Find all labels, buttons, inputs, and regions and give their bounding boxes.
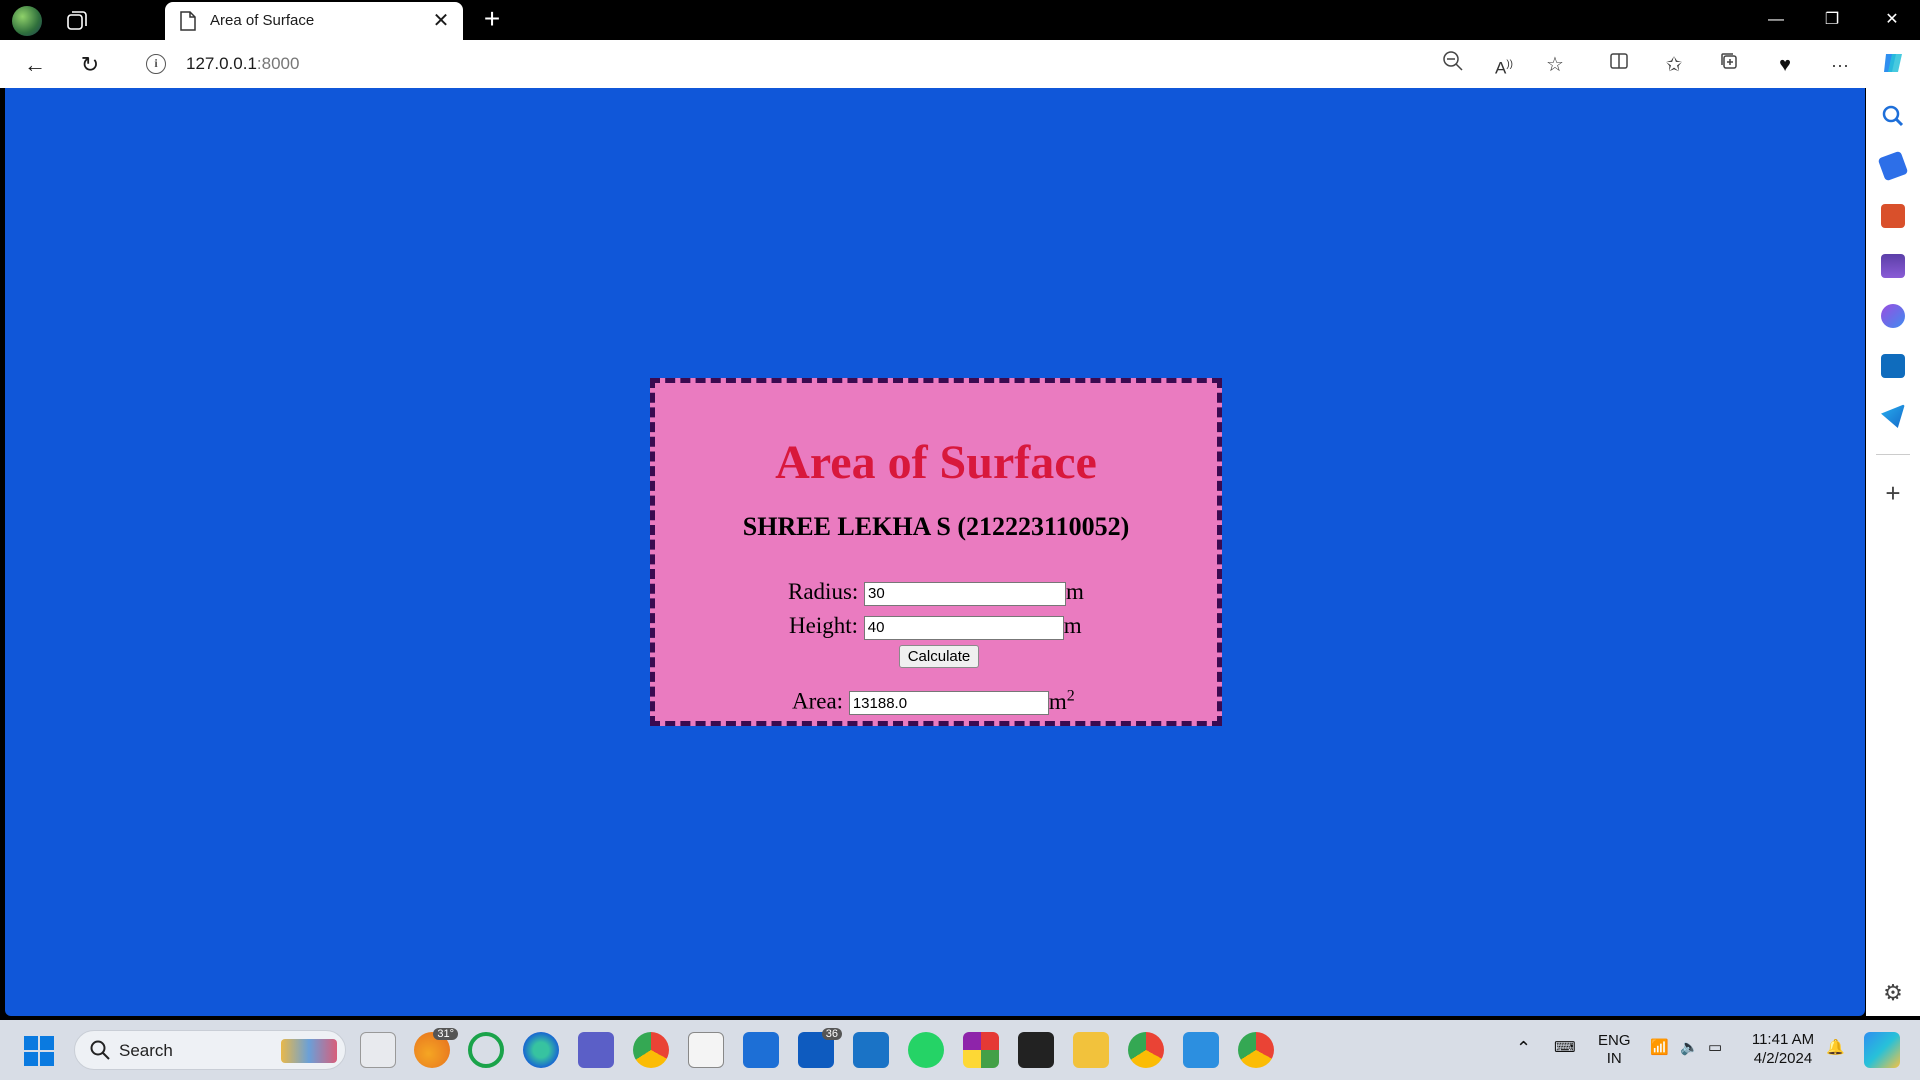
refresh-icon[interactable]: ↻ (75, 50, 105, 80)
task-view-icon[interactable] (360, 1032, 396, 1068)
author-subtitle: SHREE LEKHA S (212223110052) (742, 512, 1130, 541)
zoom-out-icon[interactable] (1438, 50, 1468, 80)
microsoft365-icon[interactable] (1881, 304, 1905, 328)
lang-region: IN (1606, 1050, 1622, 1067)
tray-overflow-icon[interactable]: ⌃ (1516, 1038, 1531, 1059)
new-tab-icon[interactable]: + (478, 5, 506, 34)
terminal-icon[interactable] (1018, 1032, 1054, 1068)
height-label: Height: (789, 613, 858, 638)
clock-time: 11:41 AM (1751, 1031, 1815, 1048)
radius-input[interactable] (864, 581, 1067, 606)
split-screen-icon[interactable] (1604, 50, 1634, 80)
more-menu-icon[interactable]: ··· (1825, 50, 1855, 80)
url-field[interactable]: i 127.0.0.1:8000 (126, 46, 1526, 82)
search-highlight-icon (281, 1039, 337, 1063)
favorite-star-icon[interactable]: ☆ (1540, 50, 1570, 80)
minimize-icon[interactable]: — (1748, 0, 1804, 40)
volume-icon[interactable]: 🔈 (1680, 1038, 1699, 1056)
battery-icon[interactable]: ▭ (1708, 1038, 1722, 1056)
area-unit: m2 (1048, 687, 1075, 714)
sidebar-search-icon[interactable] (1881, 104, 1905, 128)
weather-temp: 31° (433, 1028, 458, 1040)
url-text: 127.0.0.1:8000 (186, 54, 300, 73)
lang-code: ENG (1598, 1032, 1631, 1049)
mail-badge: 36 (821, 1028, 842, 1040)
teams-icon[interactable] (578, 1032, 614, 1068)
language-indicator[interactable]: ENG IN (1598, 1032, 1631, 1068)
clock[interactable]: 11:41 AM 4/2/2024 (1750, 1030, 1816, 1068)
chrome-profile-icon[interactable] (1128, 1032, 1164, 1068)
back-icon[interactable]: ← (20, 50, 50, 80)
favorites-icon[interactable]: ✩ (1659, 50, 1689, 80)
sidebar-divider (1876, 454, 1910, 455)
area-row: Area: m2 (792, 687, 1075, 716)
page-title: Area of Surface (775, 436, 1097, 489)
copilot-icon[interactable] (1878, 50, 1908, 80)
radius-label: Radius: (788, 579, 859, 604)
whatsapp-icon[interactable] (908, 1032, 944, 1068)
vscode-icon[interactable] (853, 1032, 889, 1068)
search-icon (89, 1039, 111, 1061)
notification-bell-icon[interactable]: 🔔 (1826, 1038, 1845, 1056)
chrome-alt-icon[interactable] (1238, 1032, 1274, 1068)
tab-title: Area of Surface (210, 12, 315, 29)
office-icon[interactable] (963, 1032, 999, 1068)
clock-date: 4/2/2024 (1753, 1050, 1813, 1067)
notepad-icon[interactable] (1183, 1032, 1219, 1068)
chrome-icon[interactable] (633, 1032, 669, 1068)
collections-icon[interactable] (1714, 50, 1744, 80)
refresh-app-icon[interactable] (468, 1032, 504, 1068)
site-info-icon[interactable]: i (146, 54, 166, 74)
restore-icon[interactable]: ❐ (1804, 0, 1860, 40)
edge-sidebar: + ⚙ (1866, 88, 1920, 1016)
edge-taskbar-icon[interactable] (523, 1032, 559, 1068)
file-explorer-icon[interactable] (1073, 1032, 1109, 1068)
windows-start-icon[interactable] (24, 1036, 54, 1066)
store-icon[interactable] (743, 1032, 779, 1068)
shopping-tag-icon[interactable] (1877, 150, 1909, 182)
paint-icon[interactable] (688, 1032, 724, 1068)
profile-avatar-icon[interactable] (12, 6, 42, 36)
radius-unit: m (1066, 579, 1084, 604)
area-output[interactable] (848, 691, 1049, 716)
area-label: Area: (792, 688, 844, 714)
weather-icon[interactable]: 31° (414, 1028, 458, 1068)
radius-row: Radius: m (788, 579, 1084, 606)
height-input[interactable] (863, 615, 1064, 640)
search-label: Search (119, 1041, 173, 1060)
page-icon (179, 11, 197, 31)
close-tab-icon[interactable]: ✕ (429, 9, 453, 33)
games-icon[interactable] (1881, 254, 1905, 278)
tab-area-of-surface[interactable]: Area of Surface ✕ (165, 2, 463, 40)
copilot-taskbar-icon[interactable] (1864, 1032, 1900, 1068)
add-sidebar-app-icon[interactable]: + (1880, 480, 1906, 506)
page-viewport: Area of Surface SHREE LEKHA S (212223110… (5, 88, 1865, 1016)
tools-briefcase-icon[interactable] (1881, 204, 1905, 228)
close-window-icon[interactable]: ✕ (1864, 0, 1920, 40)
send-icon[interactable] (1881, 404, 1905, 428)
windows-taskbar: Search 31° 36 ⌃ ⌨ ENG IN 📶 🔈 ▭ 11:41 AM … (0, 1020, 1920, 1080)
surface-area-card: Area of Surface SHREE LEKHA S (212223110… (650, 378, 1222, 726)
height-row: Height: m (789, 613, 1082, 640)
keyboard-icon[interactable]: ⌨ (1554, 1038, 1576, 1056)
browser-essentials-icon[interactable]: ♥ (1770, 50, 1800, 80)
sidebar-settings-icon[interactable]: ⚙ (1880, 980, 1906, 1006)
address-bar: ← ↻ i 127.0.0.1:8000 A)) ☆ ✩ ♥ ··· (0, 40, 1920, 88)
title-bar: Area of Surface ✕ + — ❐ ✕ (0, 0, 1920, 40)
height-unit: m (1063, 613, 1082, 638)
wifi-icon[interactable]: 📶 (1650, 1038, 1669, 1056)
calculate-button[interactable]: Calculate (899, 645, 979, 668)
taskbar-search[interactable]: Search (74, 1030, 346, 1070)
mail-icon[interactable]: 36 (798, 1028, 842, 1068)
read-aloud-icon[interactable]: A)) (1489, 50, 1519, 80)
outlook-icon[interactable] (1881, 354, 1905, 378)
workspaces-icon[interactable] (64, 8, 90, 34)
